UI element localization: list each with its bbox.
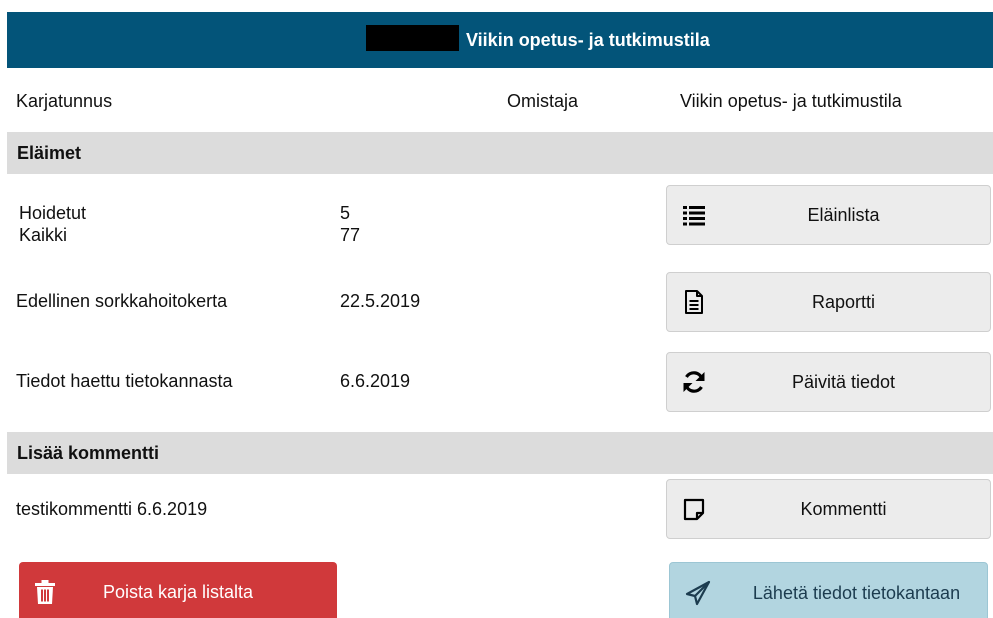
section-animals-title: Eläimet — [17, 143, 82, 163]
section-animals: Eläimet — [7, 132, 993, 174]
report-label: Raportti — [811, 291, 876, 312]
fetched-value: 6.6.2019 — [340, 371, 411, 391]
section-comment: Lisää kommentti — [7, 432, 993, 474]
animal-list-button[interactable]: Eläinlista — [666, 185, 991, 245]
herd-id-label: Karjatunnus — [16, 91, 113, 111]
send-icon — [685, 580, 711, 606]
treated-label: Hoidetut — [19, 203, 87, 223]
page-title: Viikin opetus- ja tutkimustila — [466, 30, 710, 50]
send-data-label: Lähetä tiedot tietokantaan — [752, 582, 961, 603]
report-button[interactable]: Raportti — [666, 272, 991, 332]
owner-label: Omistaja — [507, 91, 579, 111]
treated-value: 5 — [340, 203, 351, 223]
send-data-button[interactable]: Lähetä tiedot tietokantaan — [669, 562, 988, 618]
header-bar: Viikin opetus- ja tutkimustila — [7, 12, 993, 68]
comment-button[interactable]: Kommentti — [666, 479, 991, 539]
refresh-button[interactable]: Päivitä tiedot — [666, 352, 991, 412]
total-label: Kaikki — [19, 225, 68, 245]
section-comment-title: Lisää kommentti — [17, 443, 160, 463]
animal-list-label: Eläinlista — [807, 204, 880, 225]
fetched-label: Tiedot haettu tietokannasta — [16, 371, 233, 391]
remove-herd-label: Poista karja listalta — [102, 581, 254, 602]
total-value: 77 — [340, 225, 361, 245]
comment-label: Kommentti — [800, 498, 887, 519]
last-trim-value: 22.5.2019 — [340, 291, 421, 311]
redacted-block — [366, 25, 459, 51]
owner-value: Viikin opetus- ja tutkimustila — [680, 91, 902, 111]
remove-herd-button[interactable]: Poista karja listalta — [19, 562, 337, 618]
comment-text: testikommentti 6.6.2019 — [16, 499, 208, 519]
last-trim-label: Edellinen sorkkahoitokerta — [16, 291, 228, 311]
refresh-label: Päivitä tiedot — [791, 371, 896, 392]
